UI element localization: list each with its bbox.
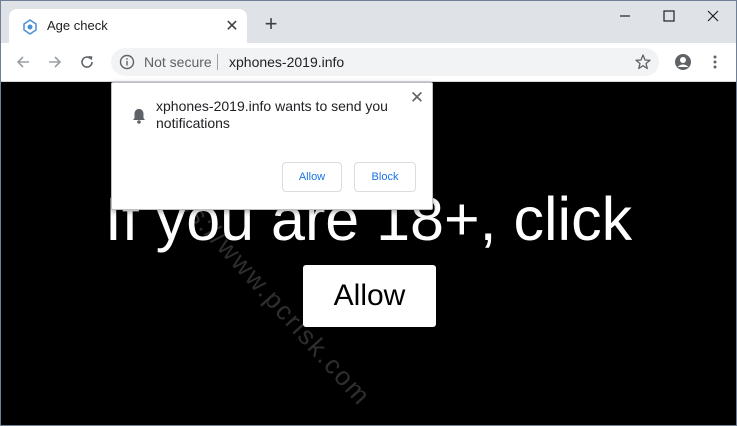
browser-window: Age check ✕ + Not secure xphones-2019.in… bbox=[0, 0, 737, 426]
back-arrow-icon bbox=[16, 56, 29, 68]
maximize-button[interactable] bbox=[647, 3, 691, 29]
address-bar[interactable]: Not secure xphones-2019.info bbox=[111, 48, 659, 76]
popup-allow-button[interactable]: Allow bbox=[282, 162, 342, 192]
notification-permission-popup: xphones-2019.info wants to send you noti… bbox=[111, 82, 433, 210]
close-window-button[interactable] bbox=[691, 3, 735, 29]
back-button[interactable] bbox=[11, 50, 35, 74]
browser-toolbar: Not secure xphones-2019.info bbox=[1, 43, 736, 82]
popup-message: xphones-2019.info wants to send you noti… bbox=[156, 98, 388, 131]
popup-close-icon[interactable]: ✕ bbox=[408, 88, 426, 107]
tab-strip: Age check ✕ + bbox=[1, 1, 736, 43]
address-divider bbox=[217, 54, 218, 70]
menu-button[interactable] bbox=[703, 50, 727, 74]
close-icon bbox=[707, 10, 719, 22]
tab-title: Age check bbox=[47, 18, 108, 33]
profile-button[interactable] bbox=[671, 50, 695, 74]
account-icon bbox=[675, 54, 691, 70]
maximize-icon bbox=[663, 10, 675, 22]
tab-age-check[interactable]: Age check ✕ bbox=[9, 9, 247, 43]
tab-close-icon[interactable]: ✕ bbox=[223, 17, 241, 35]
forward-button[interactable] bbox=[43, 50, 67, 74]
popup-block-button[interactable]: Block bbox=[354, 162, 416, 192]
security-status-label: Not secure bbox=[144, 54, 212, 70]
page-allow-button[interactable]: Allow bbox=[303, 265, 436, 327]
minimize-button[interactable] bbox=[603, 3, 647, 29]
new-tab-button[interactable]: + bbox=[261, 13, 281, 35]
bookmark-star-icon[interactable] bbox=[634, 53, 652, 71]
minimize-icon bbox=[620, 15, 630, 17]
more-vert-icon bbox=[713, 55, 717, 69]
bell-icon bbox=[133, 109, 145, 124]
reload-icon bbox=[81, 56, 93, 68]
age-check-favicon-icon bbox=[23, 19, 37, 35]
reload-button[interactable] bbox=[75, 50, 99, 74]
url-text[interactable]: xphones-2019.info bbox=[229, 54, 344, 70]
info-icon[interactable] bbox=[119, 54, 135, 70]
forward-arrow-icon bbox=[49, 56, 62, 68]
